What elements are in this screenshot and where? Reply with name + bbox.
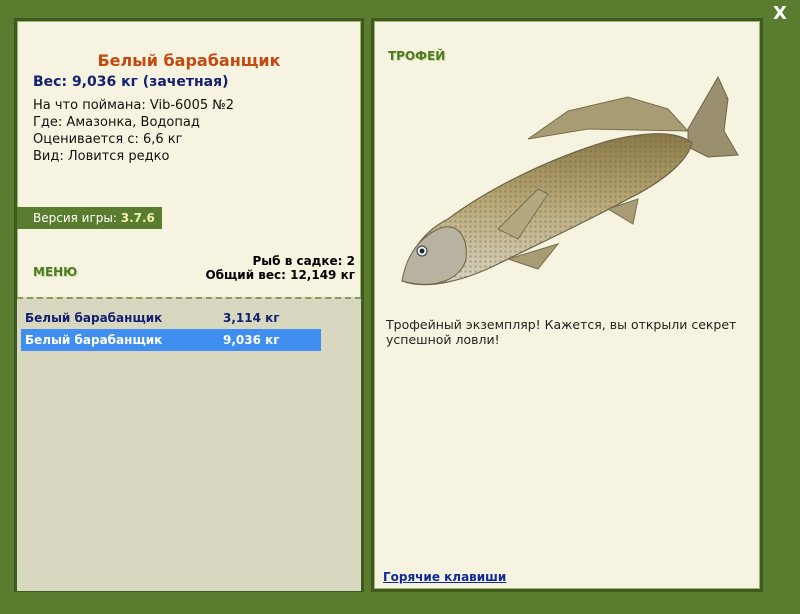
catch-list: Белый барабанщик 3,114 кг Белый барабанщ… xyxy=(17,297,361,591)
cage-stats: Рыб в садке: 2 Общий вес: 12,149 кг xyxy=(205,254,355,282)
rated-from-line: Оценивается с: 6,6 кг xyxy=(33,132,183,147)
version-value: 3.7.6 xyxy=(120,211,155,225)
list-item-name: Белый барабанщик xyxy=(25,333,163,347)
fish-weight: Вес: 9,036 кг (зачетная) xyxy=(33,74,229,90)
trophy-description: Трофейный экземпляр! Кажется, вы открыли… xyxy=(386,317,737,347)
menu-button[interactable]: МЕНЮ xyxy=(33,265,77,279)
cage-total-weight: Общий вес: 12,149 кг xyxy=(205,268,355,282)
list-item-name: Белый барабанщик xyxy=(25,311,163,325)
list-item-weight: 9,036 кг xyxy=(223,333,280,347)
list-item-weight: 3,114 кг xyxy=(223,311,280,325)
close-button[interactable]: X xyxy=(770,4,790,24)
fish-title: Белый барабанщик xyxy=(97,51,281,70)
location-line: Где: Амазонка, Водопад xyxy=(33,115,200,130)
cage-count: Рыб в садке: 2 xyxy=(252,254,356,268)
list-item[interactable]: Белый барабанщик 3,114 кг xyxy=(21,307,321,329)
list-item-selected[interactable]: Белый барабанщик 9,036 кг xyxy=(21,329,321,351)
version-bar: Версия игры: 3.7.6 xyxy=(17,207,162,229)
fish-image xyxy=(401,75,739,286)
hotkeys-link[interactable]: Горячие клавиши xyxy=(383,570,506,584)
version-label: Версия игры: xyxy=(33,211,117,225)
trophy-panel: ТРОФЕЙ Трофейный экземпляр! Кажется, вы … xyxy=(371,18,763,592)
kind-line: Вид: Ловится редко xyxy=(33,149,170,164)
fish-info-panel: Белый барабанщик Вес: 9,036 кг (зачетная… xyxy=(14,18,364,592)
caught-on-line: На что поймана: Vib-6005 №2 xyxy=(33,98,235,113)
